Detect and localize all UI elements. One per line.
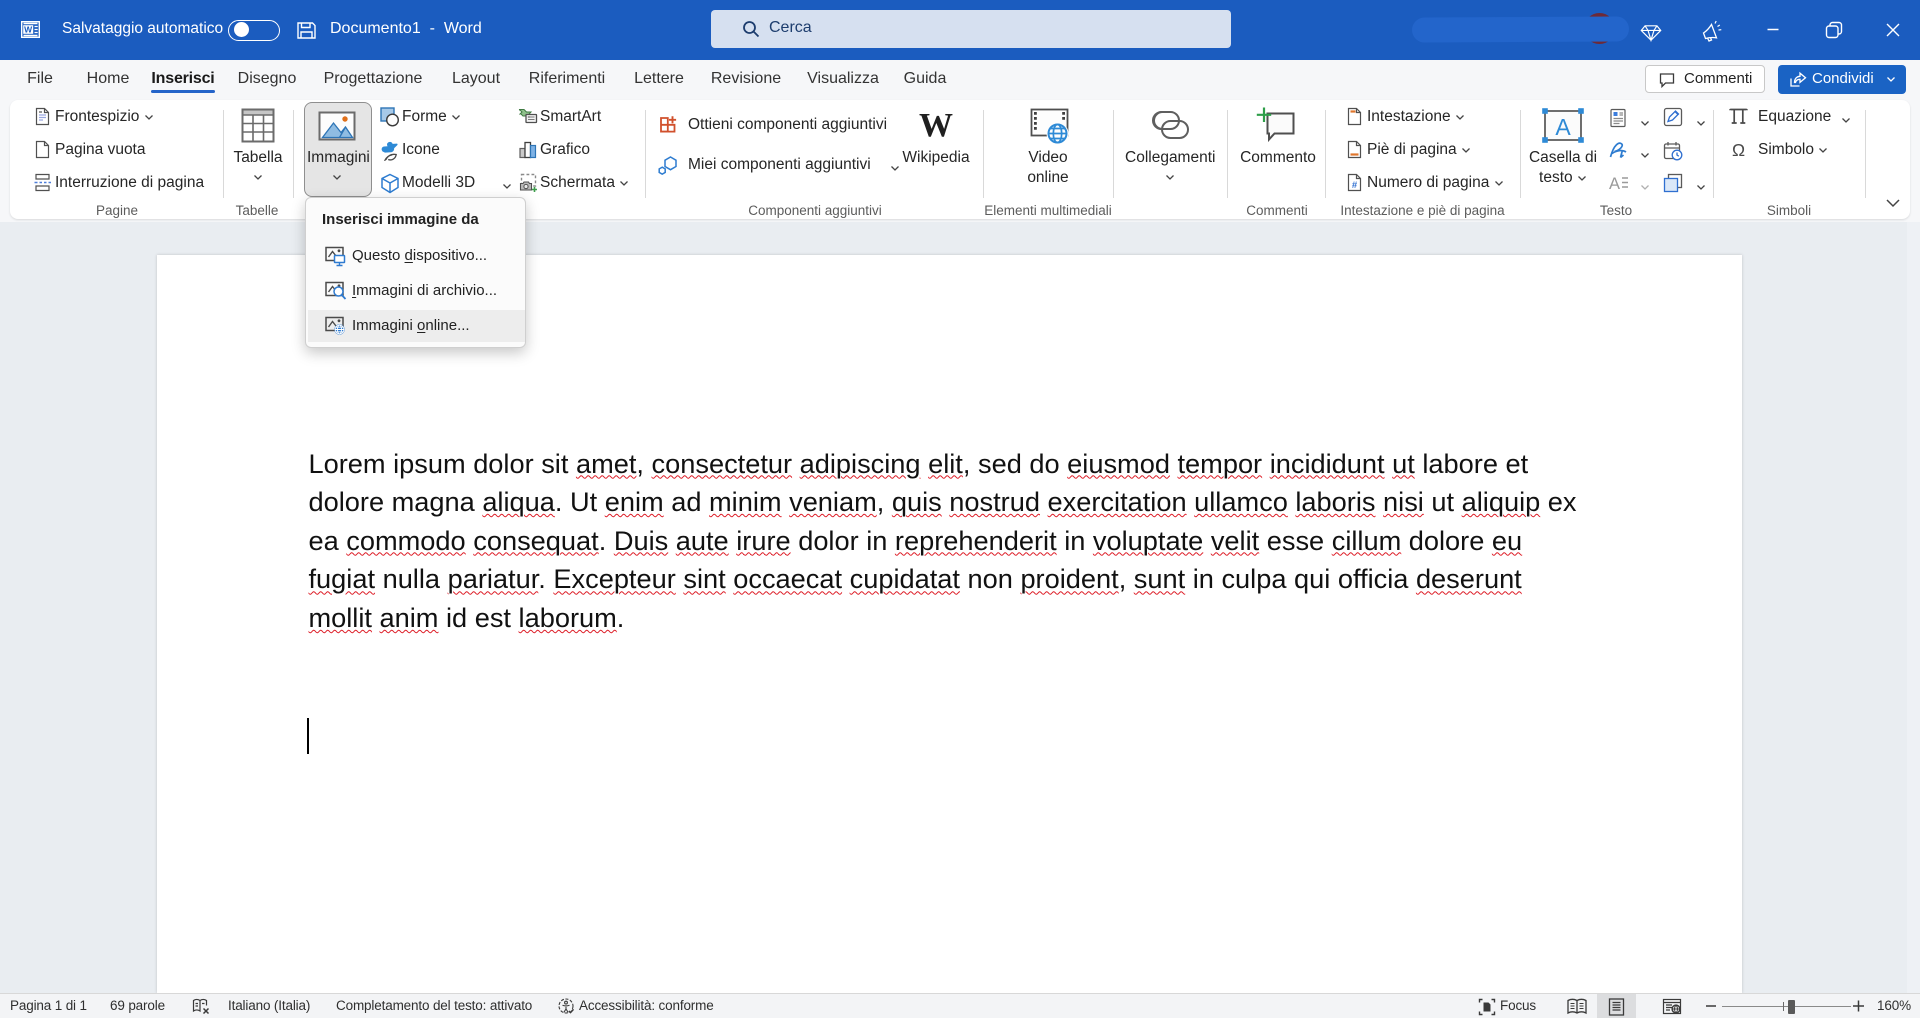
svg-text:Ω: Ω bbox=[1732, 140, 1745, 159]
svg-text:#: # bbox=[1352, 180, 1358, 191]
svg-text:A: A bbox=[1555, 114, 1571, 140]
svg-text:W: W bbox=[24, 25, 33, 35]
svg-text:A: A bbox=[1609, 175, 1620, 193]
